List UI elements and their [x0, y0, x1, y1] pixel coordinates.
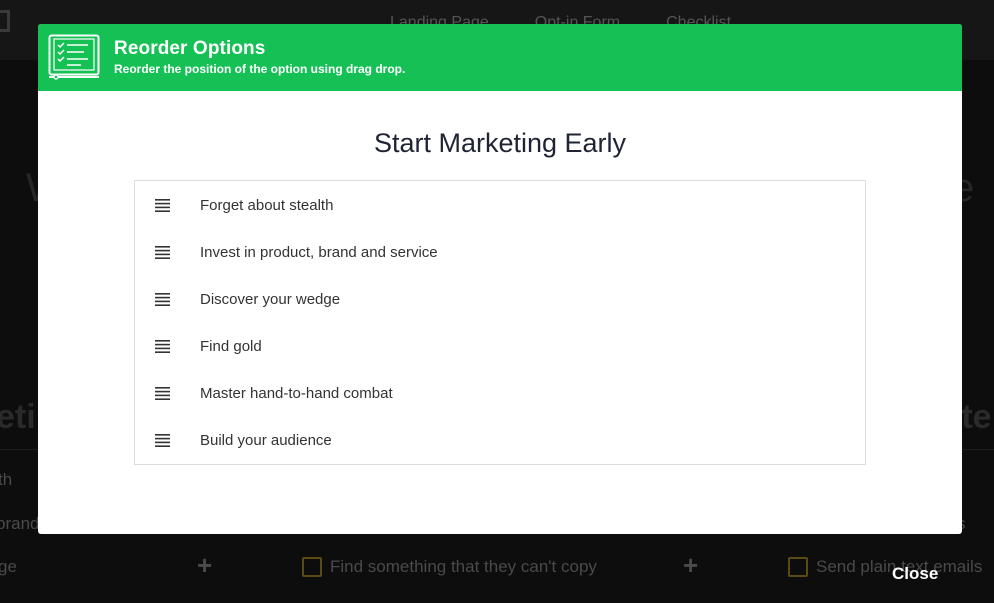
background-list-item: ge: [0, 557, 17, 576]
background-plus-icon: +: [683, 550, 699, 580]
sortable-option-item[interactable]: Master hand-to-hand combat: [135, 370, 865, 416]
background-list-item: Find something that they can't copy: [330, 557, 597, 576]
modal-header: Reorder Options Reorder the position of …: [38, 24, 962, 91]
close-button[interactable]: Close: [892, 564, 938, 584]
reorder-options-modal: Reorder Options Reorder the position of …: [38, 24, 962, 534]
sortable-option-item[interactable]: Invest in product, brand and service: [135, 229, 865, 275]
sortable-option-list: Forget about stealth Invest in product, …: [134, 180, 866, 465]
drag-handle-icon[interactable]: [155, 339, 170, 353]
background-plus-icon: +: [197, 550, 213, 580]
sortable-option-item[interactable]: Build your audience: [135, 417, 865, 463]
background-list-item: th: [0, 470, 13, 489]
drag-handle-icon[interactable]: [155, 245, 170, 259]
option-label: Discover your wedge: [200, 290, 341, 308]
background-checkbox: [302, 557, 322, 577]
option-label: Find gold: [200, 337, 262, 355]
option-label: Invest in product, brand and service: [200, 243, 438, 261]
option-label: Forget about stealth: [200, 196, 334, 214]
checklist-section-title: Start Marketing Early: [373, 128, 627, 158]
background-checkbox: [788, 557, 808, 577]
option-label: Build your audience: [200, 431, 332, 449]
drag-handle-icon[interactable]: [155, 198, 170, 212]
sortable-option-item[interactable]: Forget about stealth: [135, 182, 865, 228]
option-label: Master hand-to-hand combat: [200, 384, 393, 402]
modal-header-title: Reorder Options: [114, 38, 266, 59]
modal-header-subtitle: Reorder the position of the option using…: [114, 62, 406, 76]
drag-handle-icon[interactable]: [155, 433, 170, 447]
sortable-option-item[interactable]: Discover your wedge: [135, 276, 865, 322]
sortable-option-item[interactable]: Find gold: [135, 323, 865, 369]
checklist-board-icon: [48, 34, 100, 80]
background-list-item: brand: [0, 514, 40, 533]
drag-handle-icon[interactable]: [155, 386, 170, 400]
background-logo: [0, 10, 10, 32]
drag-handle-icon[interactable]: [155, 292, 170, 306]
